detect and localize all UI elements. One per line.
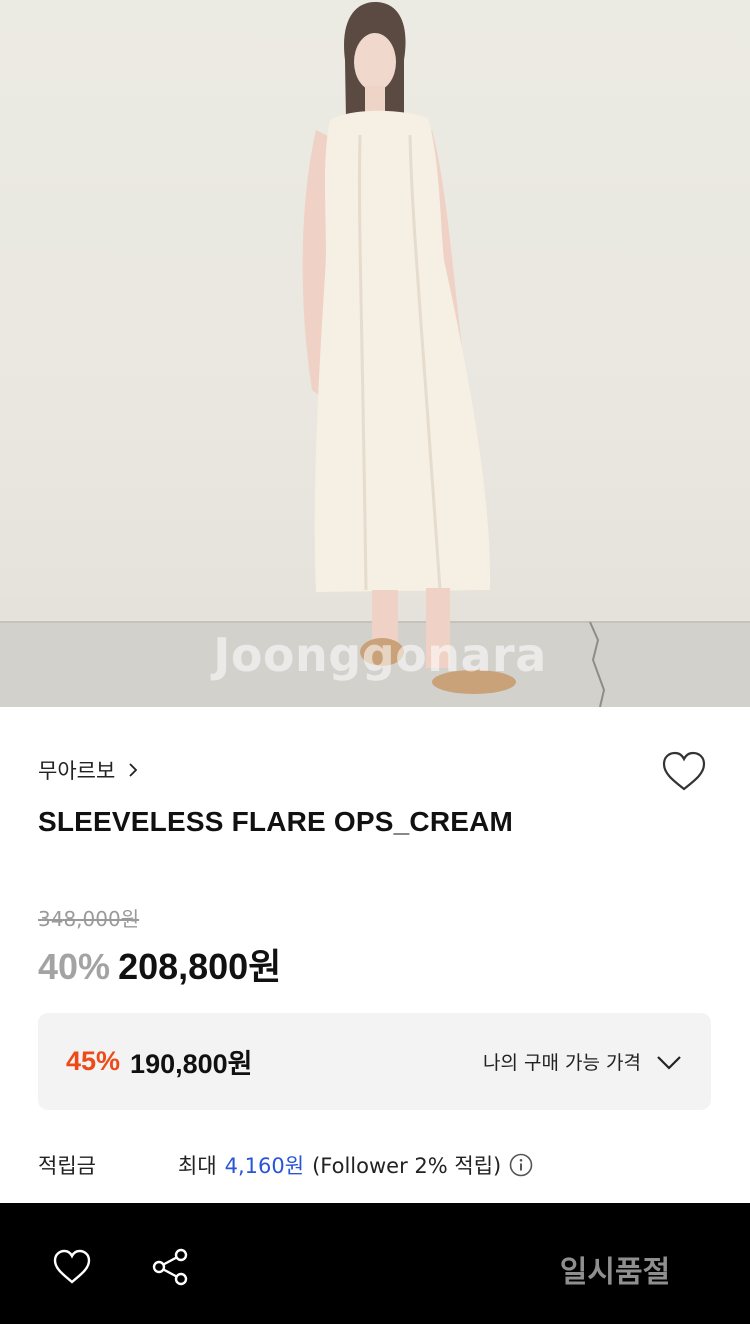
original-price: 348,000원 <box>38 907 140 931</box>
sold-out-button[interactable]: 일시품절 <box>520 1247 710 1291</box>
chevron-right-icon <box>129 763 138 777</box>
product-image[interactable]: Joonggonara <box>0 0 750 707</box>
bottom-action-bar: 일시품절 <box>0 1203 750 1324</box>
product-title: SLEEVELESS FLARE OPS_CREAM <box>38 806 514 837</box>
points-amount: 4,160원 <box>224 1154 305 1178</box>
brand-link[interactable]: 무아르보 <box>38 755 141 785</box>
price-row: 40% 208,800원 <box>38 938 281 990</box>
sale-price: 208,800원 <box>118 946 282 987</box>
my-price-dropdown[interactable]: 45% 190,800원 나의 구매 가능 가격 <box>38 1013 711 1110</box>
points-prefix: 최대 <box>178 1154 217 1178</box>
my-discount-rate: 45% <box>66 1046 121 1076</box>
wishlist-heart-icon[interactable] <box>52 1248 92 1286</box>
brand-name: 무아르보 <box>38 759 116 783</box>
discount-rate: 40% <box>38 946 111 987</box>
watermark: Joonggonara <box>213 628 547 682</box>
info-icon[interactable] <box>509 1153 533 1177</box>
heart-icon[interactable] <box>660 748 708 796</box>
my-price: 190,800원 <box>130 1049 253 1079</box>
points-row: 적립금 최대 4,160원 (Follower 2% 적립) <box>38 1150 533 1180</box>
points-label: 적립금 <box>38 1154 96 1178</box>
product-photo-illustration <box>0 2 750 707</box>
points-note: (Follower 2% 적립) <box>312 1154 502 1178</box>
share-icon[interactable] <box>150 1247 190 1287</box>
chevron-down-icon <box>657 1055 681 1070</box>
my-price-label: 나의 구매 가능 가격 <box>483 1052 641 1074</box>
